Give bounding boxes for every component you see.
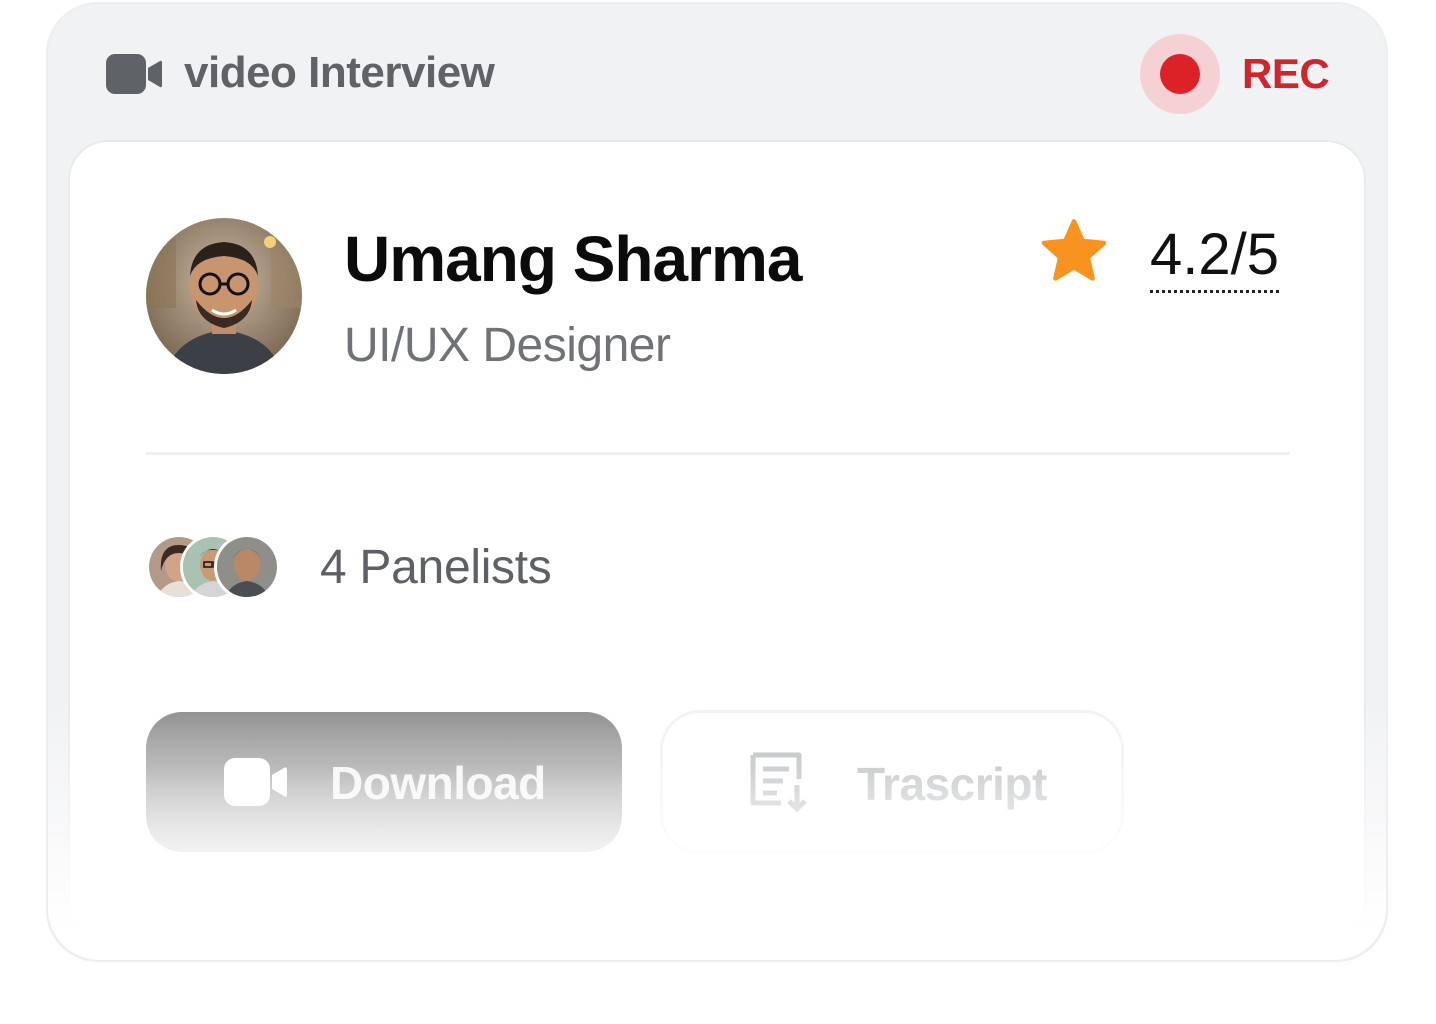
divider [146, 452, 1290, 455]
candidate-panel: Umang Sharma UI/UX Designer 4.2/5 4 Pane… [68, 140, 1366, 940]
video-interview-card: video Interview REC Umang Sharma UI/UX D… [46, 2, 1388, 962]
recording-label: REC [1242, 50, 1330, 97]
star-icon [1038, 216, 1110, 293]
video-camera-icon [106, 54, 162, 99]
candidate-role: UI/UX Designer [344, 319, 671, 372]
transcript-download-icon [747, 751, 811, 820]
candidate-name: Umang Sharma [344, 223, 802, 295]
candidate-rating: 4.2/5 [1150, 224, 1279, 293]
download-button[interactable]: Download [146, 712, 622, 852]
candidate-avatar [146, 218, 302, 374]
card-header: video Interview REC [48, 4, 1386, 140]
download-label: Download [330, 757, 546, 809]
recording-indicator [1140, 34, 1220, 114]
panelist-avatars [146, 534, 286, 600]
transcript-label: Trascript [857, 758, 1047, 810]
video-camera-icon [224, 758, 288, 811]
transcript-button[interactable]: Trascript [660, 710, 1124, 854]
card-title: video Interview [184, 48, 495, 97]
record-dot-icon [1160, 54, 1200, 94]
panelist-avatar [214, 534, 280, 600]
panelists-count: 4 Panelists [320, 541, 552, 594]
